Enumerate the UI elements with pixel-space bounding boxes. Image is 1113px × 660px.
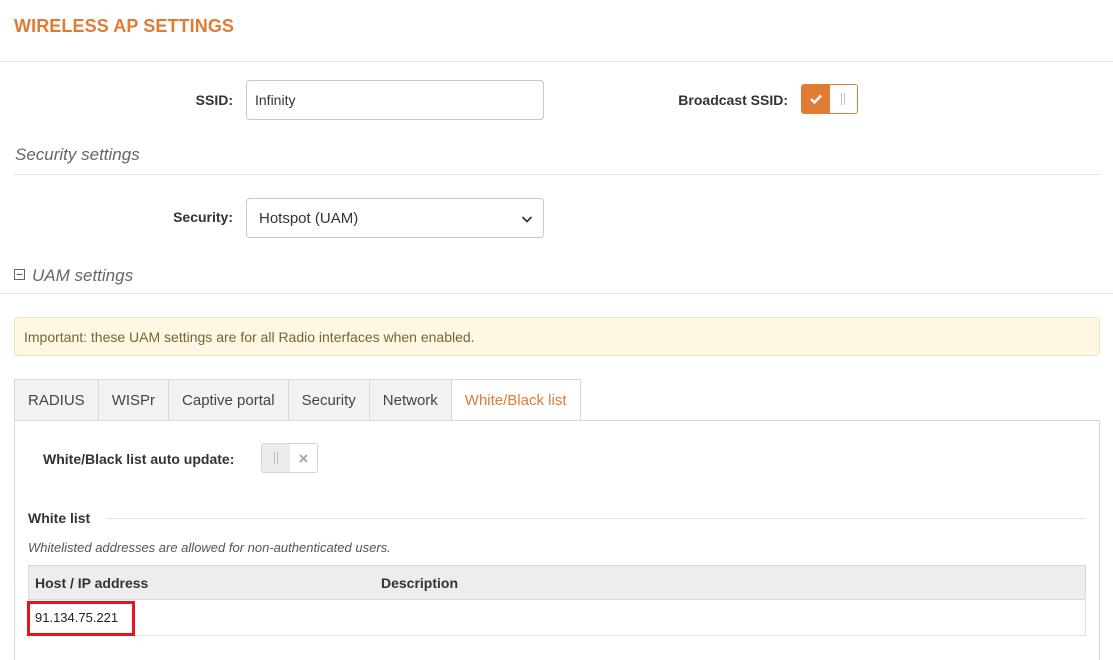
check-icon bbox=[802, 85, 830, 113]
whitelist-legend: White list bbox=[28, 510, 90, 526]
minus-square-icon[interactable] bbox=[14, 267, 25, 285]
uam-alert-text: Important: these UAM settings are for al… bbox=[24, 328, 475, 345]
auto-update-label: White/Black list auto update: bbox=[43, 451, 235, 467]
tab-network[interactable]: Network bbox=[368, 379, 451, 421]
uam-alert: Important: these UAM settings are for al… bbox=[14, 317, 1100, 356]
close-icon bbox=[289, 444, 317, 472]
column-header-host: Host / IP address bbox=[35, 574, 149, 591]
tab-captive-portal[interactable]: Captive portal bbox=[168, 379, 288, 421]
security-select[interactable]: Hotspot (UAM) bbox=[246, 198, 544, 238]
uam-tabs: RADIUS WISPr Captive portal Security Net… bbox=[14, 379, 581, 421]
tab-security[interactable]: Security bbox=[287, 379, 369, 421]
ssid-input[interactable] bbox=[246, 80, 544, 120]
column-header-description: Description bbox=[381, 574, 459, 591]
auto-update-toggle[interactable] bbox=[261, 443, 318, 473]
title-divider bbox=[0, 61, 1113, 62]
uam-settings-header[interactable]: UAM settings bbox=[14, 266, 133, 286]
toggle-handle-icon bbox=[262, 444, 290, 472]
tab-white-black-list[interactable]: White/Black list bbox=[450, 379, 581, 421]
broadcast-ssid-toggle[interactable] bbox=[801, 84, 858, 114]
table-row[interactable]: 91.134.75.221 bbox=[28, 600, 1086, 636]
whitelist-table: Host / IP address Description 91.134.75.… bbox=[28, 565, 1086, 636]
tab-wispr[interactable]: WISPr bbox=[97, 379, 169, 421]
uam-divider bbox=[0, 293, 1113, 294]
page-title: WIRELESS AP SETTINGS bbox=[14, 16, 235, 36]
toggle-handle-icon bbox=[829, 85, 857, 113]
whitelist-note: Whitelisted addresses are allowed for no… bbox=[28, 540, 391, 555]
whitelist-divider bbox=[106, 518, 1086, 519]
ssid-label: SSID: bbox=[195, 92, 233, 108]
highlight-box bbox=[27, 601, 135, 636]
uam-settings-heading: UAM settings bbox=[32, 266, 134, 285]
broadcast-ssid-label: Broadcast SSID: bbox=[678, 92, 788, 108]
chevron-down-icon bbox=[521, 212, 533, 229]
whitelist-title: White list bbox=[28, 510, 91, 526]
security-select-value: Hotspot (UAM) bbox=[259, 209, 359, 227]
table-header: Host / IP address Description bbox=[28, 565, 1086, 600]
security-label: Security: bbox=[173, 209, 233, 225]
tab-radius[interactable]: RADIUS bbox=[14, 379, 98, 421]
security-settings-heading: Security settings bbox=[15, 145, 140, 164]
security-divider bbox=[14, 174, 1100, 175]
